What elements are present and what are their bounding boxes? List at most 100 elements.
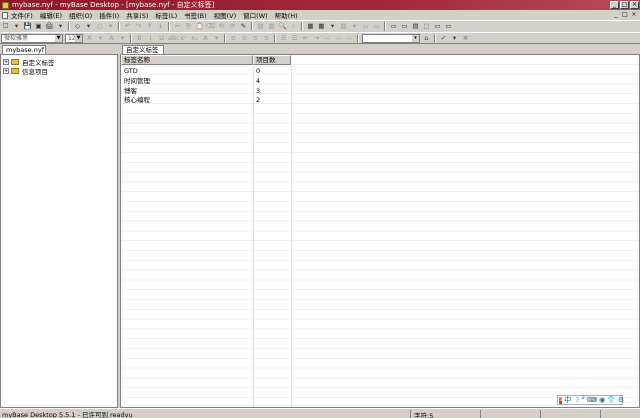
font-family-select[interactable]: 微软雅黑 ▼ [1, 33, 63, 43]
table-row[interactable]: 核心编程 2 [121, 96, 291, 106]
delete-icon[interactable]: ⌫ [206, 22, 215, 31]
split-vertical-icon[interactable]: ▤ [411, 22, 420, 31]
minimize-button[interactable]: _ [610, 1, 619, 9]
new-dropdown-icon[interactable]: ▾ [12, 22, 21, 31]
column-header-label-name[interactable]: 标签名称 [121, 55, 253, 65]
menu-plugins[interactable]: 插件(I) [99, 10, 119, 20]
column-header-item-count[interactable]: 项目数 [253, 55, 291, 65]
spellcheck-icon[interactable]: ✓ [439, 34, 448, 43]
font-size-select[interactable]: 12 ▼ [65, 33, 83, 43]
menu-view[interactable]: 视图(V) [214, 10, 237, 20]
layout-2-icon[interactable]: ▦ [317, 22, 326, 31]
move-right-icon[interactable]: ↷ [134, 22, 143, 31]
find-icon[interactable]: 🔍 [278, 22, 287, 31]
edit-icon[interactable]: ✎ [239, 22, 248, 31]
menu-edit[interactable]: 编辑(E) [40, 10, 62, 20]
layout-icon[interactable]: ▦ [306, 22, 315, 31]
move-left-icon[interactable]: ↶ [123, 22, 132, 31]
ime-skin-icon[interactable]: 👕 [607, 396, 616, 404]
redo-icon[interactable]: ⟳ [228, 22, 237, 31]
menu-help[interactable]: 帮助(H) [275, 10, 298, 20]
highlight-icon[interactable]: A [107, 34, 116, 43]
back-icon[interactable]: ◇ [73, 22, 82, 31]
paste-icon[interactable]: 📋 [195, 22, 204, 31]
mdi-restore-button[interactable]: □ [621, 11, 629, 18]
align-right-button[interactable]: ≡ [251, 34, 260, 43]
subscript-button[interactable]: x₂ [190, 34, 199, 43]
maximize-button[interactable]: □ [620, 1, 629, 9]
font-style-dropdown-icon[interactable]: ▾ [212, 34, 221, 43]
mdi-close-button[interactable]: × [630, 11, 638, 18]
back-dropdown-icon[interactable]: ▾ [84, 22, 93, 31]
cascade-icon[interactable]: ▭ [444, 22, 453, 31]
table-icon[interactable]: ▤ [256, 22, 265, 31]
forward-dropdown-icon[interactable]: ▾ [106, 22, 115, 31]
ime-voice-icon[interactable]: ◉ [599, 396, 605, 404]
save-icon[interactable]: 💾 [23, 22, 32, 31]
ime-language-toggle[interactable]: 中 [564, 395, 571, 405]
move-up-icon[interactable]: ↑ [145, 22, 154, 31]
align-center-button[interactable]: ≡ [240, 34, 249, 43]
table-row[interactable]: 时间管理 4 [121, 77, 291, 87]
move-down-icon[interactable]: ↓ [156, 22, 165, 31]
font-style-icon[interactable]: A [201, 34, 210, 43]
layout-dropdown-icon[interactable]: ▾ [328, 22, 337, 31]
line-style-button[interactable]: — [334, 34, 343, 43]
table-row[interactable]: GTD 0 [121, 67, 291, 77]
format-brush-icon[interactable]: ⌂ [422, 34, 431, 43]
print-icon[interactable]: 🖨 [45, 22, 54, 31]
menu-bookmarks[interactable]: 书签(B) [184, 10, 207, 20]
tab-mybase[interactable]: mybase.nyf [2, 45, 46, 54]
table-row[interactable]: 博客 3 [121, 87, 291, 97]
indent-button[interactable]: ⇥ [312, 34, 321, 43]
menu-labels[interactable]: 标签(L) [155, 10, 177, 20]
tile-icon[interactable]: ▭ [433, 22, 442, 31]
heading-select[interactable]: ▾ [362, 33, 420, 43]
forward-icon[interactable]: ○ [95, 22, 104, 31]
menu-window[interactable]: 窗口(W) [243, 10, 268, 20]
superscript-button[interactable]: x² [179, 34, 188, 43]
tree-item-info-items[interactable]: + 信息项目 [3, 66, 48, 76]
next-icon[interactable]: › [289, 22, 298, 31]
expand-icon[interactable]: + [3, 58, 9, 65]
cut-icon[interactable]: ✂ [173, 22, 182, 31]
justify-button[interactable]: ≡ [262, 34, 271, 43]
align-left-button[interactable]: ≡ [229, 34, 238, 43]
print-dropdown-icon[interactable]: ▾ [56, 22, 65, 31]
menu-organize[interactable]: 组织(O) [69, 10, 92, 20]
view-icon[interactable]: ▤ [339, 22, 348, 31]
new-icon[interactable]: ☐ [1, 22, 10, 31]
ime-punctuation-icon[interactable]: ° [581, 396, 585, 404]
line-style-2-button[interactable]: — [345, 34, 354, 43]
undo-icon[interactable]: ⟲ [217, 22, 226, 31]
close-button[interactable]: × [630, 1, 639, 9]
underline-button[interactable]: U [157, 34, 166, 43]
window-icon[interactable]: ⬚ [422, 22, 431, 31]
strikethrough-button[interactable]: abc [168, 34, 180, 43]
spellcheck-dropdown-icon[interactable]: ▾ [450, 34, 459, 43]
horizontal-line-button[interactable]: — [323, 34, 332, 43]
italic-button[interactable]: I [146, 34, 155, 43]
text-color-icon[interactable]: A [85, 34, 94, 43]
ime-logo-icon[interactable]: S [559, 396, 563, 404]
bold-button[interactable]: B [135, 34, 144, 43]
ime-moon-icon[interactable]: ☽ [573, 396, 579, 404]
numbered-list-button[interactable]: ☰ [290, 34, 299, 43]
copy-icon[interactable]: ⎘ [184, 22, 193, 31]
expand-icon[interactable]: + [3, 67, 9, 74]
page-2-icon[interactable]: ▭ [372, 22, 381, 31]
app-icon[interactable] [2, 1, 9, 9]
ime-settings-icon[interactable]: ⚙ [618, 396, 624, 404]
page-icon[interactable]: ▭ [361, 22, 370, 31]
bullet-list-button[interactable]: ☰ [279, 34, 288, 43]
view-dropdown-icon[interactable]: ▾ [350, 22, 359, 31]
highlight-dropdown-icon[interactable]: ▾ [118, 34, 127, 43]
mdi-minimize-button[interactable]: _ [612, 11, 620, 18]
tab-custom-labels[interactable]: 自定义标签 [122, 45, 164, 54]
document-icon[interactable] [2, 11, 8, 19]
text-color-dropdown-icon[interactable]: ▾ [96, 34, 105, 43]
save-all-icon[interactable]: ▣ [34, 22, 43, 31]
menu-file[interactable]: 文件(F) [11, 10, 33, 20]
ime-keyboard-icon[interactable]: ⌨ [587, 396, 597, 404]
split-horizontal-icon[interactable]: ▭ [400, 22, 409, 31]
